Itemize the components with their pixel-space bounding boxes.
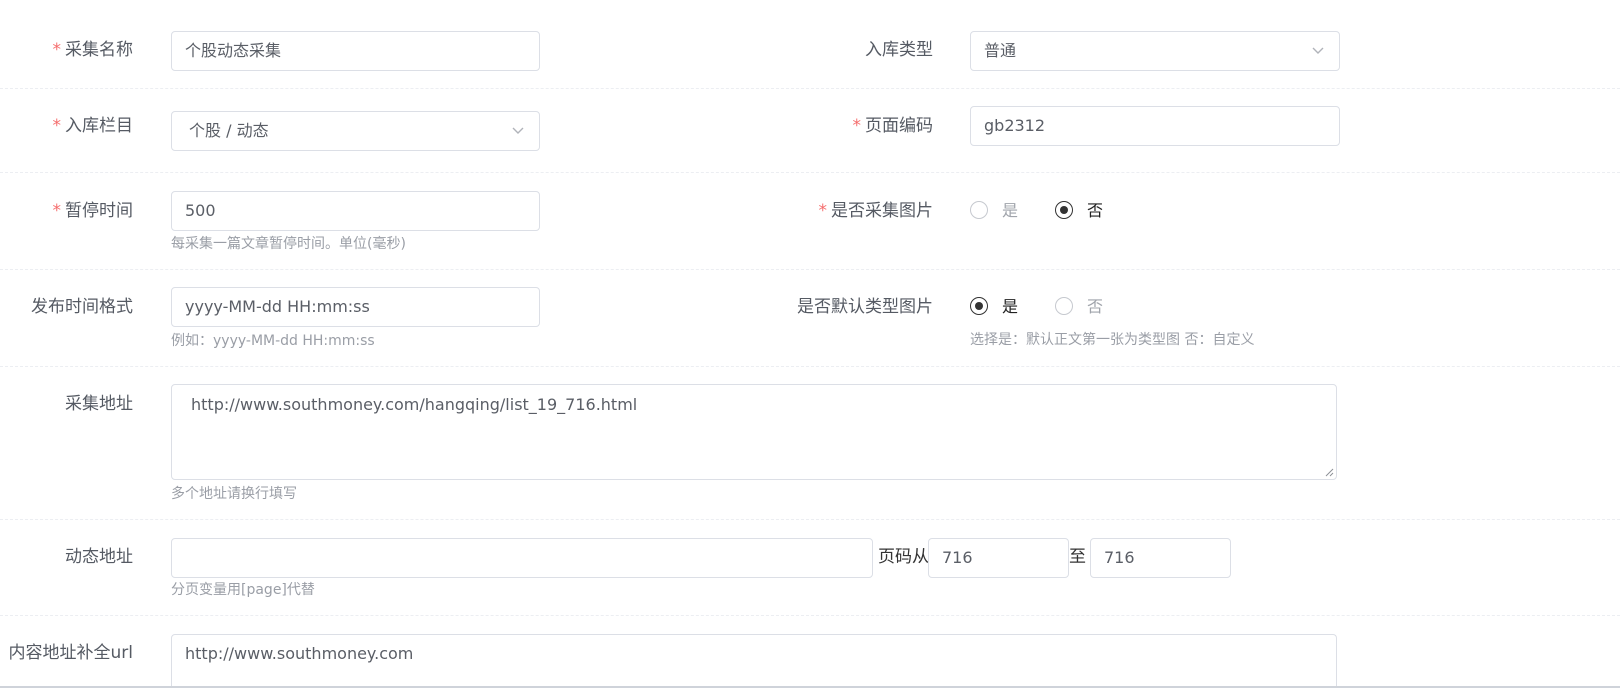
chevron-down-icon — [512, 127, 524, 134]
pause-time-hint: 每采集一篇文章暂停时间。单位(毫秒) — [171, 236, 406, 252]
required-asterisk: * — [818, 201, 828, 221]
collect-url-textarea[interactable]: http://www.southmoney.com/hangqing/list_… — [171, 384, 1337, 480]
collect-url-label: 采集地址 — [65, 394, 133, 414]
page-to-input[interactable]: 716 — [1090, 538, 1231, 578]
dynamic-url-hint: 分页变量用[page]代替 — [171, 582, 315, 598]
required-asterisk: * — [852, 116, 862, 136]
required-asterisk: * — [52, 201, 62, 221]
default-type-image-no-radio[interactable]: 否 — [1055, 296, 1115, 318]
required-asterisk: * — [52, 116, 62, 136]
pause-time-label: * 暂停时间 — [52, 201, 134, 221]
radio-circle — [1055, 201, 1073, 219]
row-divider — [0, 519, 1620, 520]
viewport-bottom-edge — [0, 686, 1620, 688]
page-from-input[interactable]: 716 — [928, 538, 1069, 578]
radio-circle — [1055, 297, 1073, 315]
row-divider — [0, 172, 1620, 173]
radio-circle — [970, 297, 988, 315]
publish-time-format-hint: 例如：yyyy-MM-dd HH:mm:ss — [171, 333, 375, 349]
collect-name-label: * 采集名称 — [52, 40, 134, 60]
content-url-base-label: 内容地址补全url — [8, 643, 134, 663]
storage-type-select[interactable]: 普通 — [970, 31, 1340, 71]
collect-name-input[interactable]: 个股动态采集 — [171, 31, 540, 71]
row-divider — [0, 269, 1620, 270]
chevron-down-icon — [1312, 47, 1324, 54]
publish-time-format-input[interactable]: yyyy-MM-dd HH:mm:ss — [171, 287, 540, 327]
page-to-label: 至 — [1069, 547, 1086, 567]
default-type-image-yes-radio[interactable]: 是 — [970, 296, 1030, 318]
collect-images-label: * 是否采集图片 — [818, 201, 934, 221]
collect-images-yes-radio[interactable]: 是 — [970, 200, 1030, 222]
pause-time-input[interactable]: 500 — [171, 191, 540, 231]
page-from-label: 页码从 — [878, 547, 929, 567]
row-divider — [0, 366, 1620, 367]
row-divider — [0, 615, 1620, 616]
content-url-base-input[interactable]: http://www.southmoney.com — [171, 634, 1337, 686]
dynamic-url-input[interactable] — [171, 538, 873, 578]
storage-column-label: * 入库栏目 — [52, 116, 134, 136]
collect-images-no-radio[interactable]: 否 — [1055, 200, 1115, 222]
radio-circle — [970, 201, 988, 219]
row-divider — [0, 88, 1620, 89]
page-encoding-input[interactable]: gb2312 — [970, 106, 1340, 146]
storage-type-label: 入库类型 — [865, 40, 933, 60]
required-asterisk: * — [52, 40, 62, 60]
publish-time-format-label: 发布时间格式 — [31, 297, 133, 317]
dynamic-url-label: 动态地址 — [65, 547, 133, 567]
resize-grip-icon[interactable] — [1324, 467, 1334, 477]
storage-column-select[interactable]: 个股 / 动态 — [171, 111, 540, 151]
page-encoding-label: * 页面编码 — [852, 116, 934, 136]
default-type-image-label: 是否默认类型图片 — [797, 297, 933, 317]
collect-url-hint: 多个地址请换行填写 — [171, 486, 297, 502]
default-type-image-hint: 选择是：默认正文第一张为类型图 否：自定义 — [970, 332, 1255, 348]
collect-config-form: * 采集名称 个股动态采集 入库类型 普通 * 入库栏目 个股 / 动态 * 页面编码… — [0, 0, 1620, 690]
